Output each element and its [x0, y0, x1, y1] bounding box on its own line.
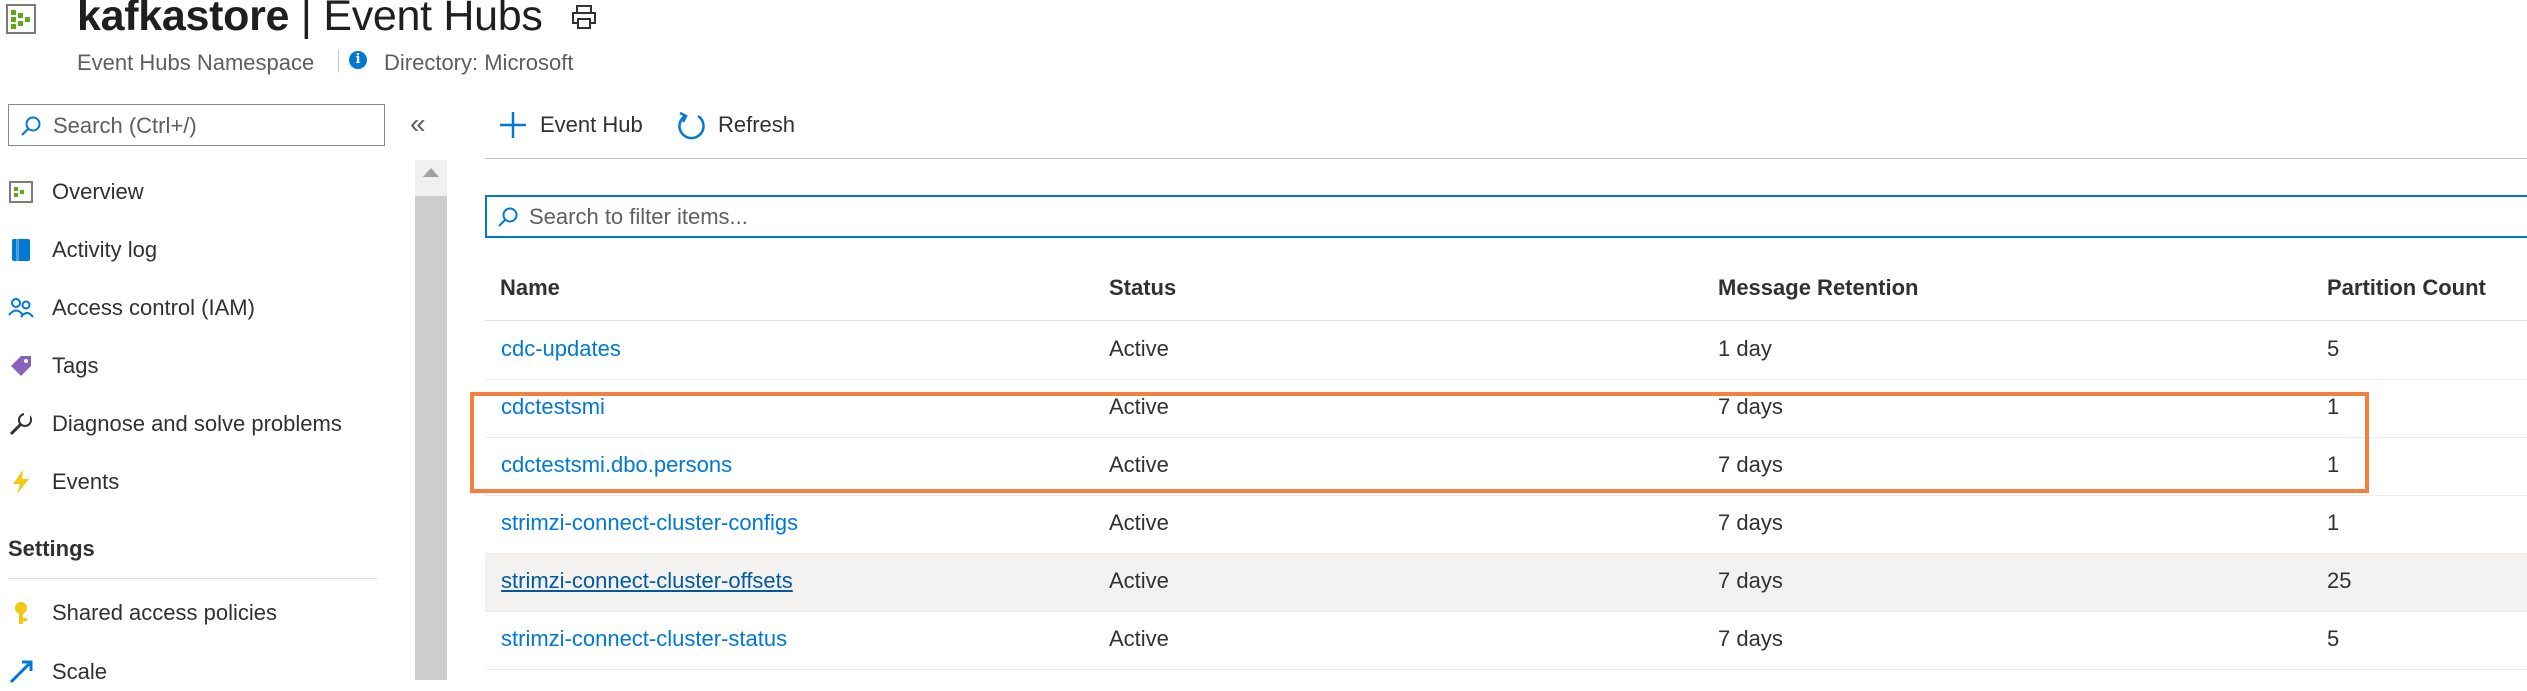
column-header-message-retention[interactable]: Message Retention [1718, 275, 1919, 301]
collapse-nav-button[interactable]: « [410, 108, 426, 140]
nav-item-label: Diagnose and solve problems [52, 411, 342, 436]
retention-cell: 7 days [1718, 626, 1783, 651]
settings-divider [8, 578, 378, 579]
nav-item-label: Activity log [52, 237, 158, 262]
nav-item-label: Shared access policies [52, 600, 278, 625]
highlight-box [470, 392, 2369, 493]
partition-count-cell: 25 [2327, 568, 2352, 593]
header-divider [338, 50, 339, 72]
table-header-divider [485, 320, 2527, 321]
info-icon: i [349, 51, 367, 69]
add-event-hub-button[interactable]: Event Hub [498, 108, 658, 144]
filter-placeholder: Search to filter items... [529, 204, 748, 229]
lightning-icon [13, 470, 29, 494]
activity-log-icon [12, 239, 30, 261]
status-cell: Active [1109, 626, 1169, 651]
table-row[interactable]: cdc-updates Active 1 day 5 [485, 322, 2527, 380]
nav-item-label: Tags [52, 353, 99, 378]
nav-item-tags[interactable]: Tags [0, 345, 405, 385]
nav-item-label: Scale [52, 659, 108, 684]
people-icon [8, 298, 34, 318]
settings-heading: Settings [8, 536, 95, 561]
status-cell: Active [1109, 336, 1169, 361]
page-name: Event Hubs [323, 0, 543, 40]
retention-cell: 7 days [1718, 510, 1783, 535]
table-row[interactable]: strimzi-connect-cluster-offsets Active 7… [485, 554, 2527, 612]
partition-count-cell: 1 [2327, 510, 2340, 535]
status-cell: Active [1109, 510, 1169, 535]
nav-item-label: Access control (IAM) [52, 295, 255, 320]
nav-search-placeholder: Search (Ctrl+/) [53, 113, 197, 138]
event-hub-name-link[interactable]: strimzi-connect-cluster-configs [501, 510, 798, 536]
column-header-status[interactable]: Status [1109, 275, 1176, 301]
retention-cell: 7 days [1718, 568, 1783, 593]
title-separator: | [289, 0, 324, 40]
table-row[interactable]: strimzi-connect-cluster-configs Active 7… [485, 496, 2527, 554]
partition-count-cell: 5 [2327, 626, 2340, 651]
nav-item-diagnose[interactable]: Diagnose and solve problems [0, 403, 405, 443]
resource-name: kafkastore [77, 0, 290, 40]
event-hubs-namespace-icon [6, 4, 36, 34]
retention-cell: 1 day [1718, 336, 1772, 361]
event-hub-name-link[interactable]: strimzi-connect-cluster-status [501, 626, 787, 652]
event-hub-name-link[interactable]: cdc-updates [501, 336, 621, 362]
search-icon [498, 207, 518, 227]
nav-item-label: Overview [52, 179, 144, 204]
nav-item-access-control[interactable]: Access control (IAM) [0, 287, 405, 327]
refresh-button[interactable]: Refresh [676, 108, 816, 144]
toolbar-divider [485, 158, 2527, 159]
refresh-label: Refresh [718, 112, 796, 137]
column-header-name[interactable]: Name [500, 275, 560, 301]
page-title: kafkastore | Event Hubs [77, 0, 543, 41]
wrench-icon [9, 413, 32, 436]
nav-search-input[interactable]: Search (Ctrl+/) [8, 104, 385, 146]
nav-item-activity-log[interactable]: Activity log [0, 229, 405, 269]
nav-item-scale[interactable]: Scale [0, 651, 405, 691]
scroll-up-arrow-icon [423, 168, 439, 177]
status-cell: Active [1109, 568, 1169, 593]
filter-input[interactable]: Search to filter items... [485, 195, 2527, 238]
plus-icon [500, 112, 526, 138]
resource-type: Event Hubs Namespace [77, 50, 315, 75]
nav-item-shared-access-policies[interactable]: Shared access policies [0, 592, 405, 632]
nav-item-events[interactable]: Events [0, 461, 405, 501]
search-icon [21, 116, 41, 136]
tag-icon [11, 356, 31, 376]
column-header-partition-count[interactable]: Partition Count [2327, 275, 2486, 301]
event-hub-name-link[interactable]: strimzi-connect-cluster-offsets [501, 568, 793, 594]
overview-icon [9, 181, 33, 203]
directory-label: Directory: Microsoft [384, 50, 574, 75]
key-icon [15, 602, 27, 624]
add-event-hub-label: Event Hub [540, 112, 643, 137]
print-icon[interactable] [571, 4, 597, 30]
nav-item-overview[interactable]: Overview [0, 171, 405, 211]
partition-count-cell: 5 [2327, 336, 2340, 361]
refresh-icon [678, 111, 705, 140]
nav-scrollbar[interactable] [415, 160, 447, 680]
scroll-up-button[interactable] [415, 160, 447, 196]
nav-item-label: Events [52, 469, 120, 494]
scale-icon [9, 660, 33, 684]
table-row[interactable]: strimzi-connect-cluster-status Active 7 … [485, 612, 2527, 670]
